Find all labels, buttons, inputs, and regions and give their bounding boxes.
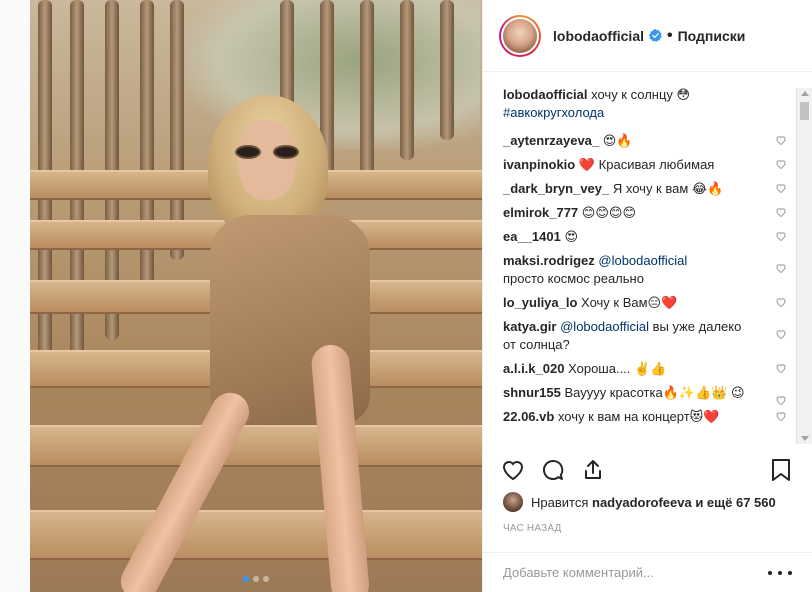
like-comment-heart-icon[interactable] [775,410,787,422]
comment-text: ❤️ Красивая любимая [578,157,715,172]
share-icon[interactable] [581,458,605,482]
person-figure [114,95,390,592]
comment-mention[interactable]: @lobodaofficial [598,253,687,268]
sunglasses [235,145,299,161]
comment-text: просто космос реально [503,271,644,286]
like-comment-heart-icon[interactable] [775,296,787,308]
comments-scrollbar[interactable] [796,88,812,444]
comment-input[interactable] [503,565,768,580]
caption-text: хочу к солнцу 😳 [591,87,691,102]
like-comment-heart-icon[interactable] [775,394,787,406]
comment-text: 😍🔥 [602,133,633,148]
like-comment-heart-icon[interactable] [775,206,787,218]
comment-item: shnur155 Вауууу красотка🔥✨👍👑 😉 [503,384,797,406]
comment-text: Вауууу красотка🔥✨👍👑 😉 [564,385,745,400]
story-ring[interactable] [499,14,541,57]
comment-username[interactable]: lo_yuliya_lo [503,295,577,310]
comments-list[interactable]: lobodaofficial хочу к солнцу 😳 #авкокруг… [483,86,797,446]
comment-text: 😍 [564,229,579,244]
comment-item: ea__1401 😍 [503,228,797,246]
post-header: lobodaofficial • Подписки [483,0,812,72]
comment-username[interactable]: a.l.i.k_020 [503,361,564,376]
comment-username[interactable]: _dark_bryn_vey_ [503,181,609,196]
comment-bubble-icon[interactable] [541,458,565,482]
railing-post [440,0,454,140]
like-comment-heart-icon[interactable] [775,328,787,340]
caption-hashtag[interactable]: #авкокругхолода [503,105,604,120]
comment-username[interactable]: katya.gir [503,319,556,334]
more-options-icon[interactable] [768,570,792,575]
liker-avatar[interactable] [503,492,523,512]
comment-text: хочу к вам на концерт😻❤️ [557,409,720,424]
scroll-up-arrow-icon[interactable] [801,91,809,96]
header-username[interactable]: lobodaofficial [553,28,644,44]
caption-username[interactable]: lobodaofficial [503,87,588,102]
comment-item: a.l.i.k_020 Хороша.... ✌️👍 [503,360,797,378]
comment-item: 22.06.vb хочу к вам на концерт😻❤️ [503,408,797,426]
likes-summary: Нравится nadyadorofeeva и ещё 67 560 [503,492,776,512]
comment-text: Хочу к Вам😑❤️ [581,295,678,310]
comment-item: elmirok_777 😊😊😊😊 [503,204,797,222]
post-photo[interactable] [30,0,482,592]
like-comment-heart-icon[interactable] [775,182,787,194]
like-comment-heart-icon[interactable] [775,134,787,146]
header-separator: • [667,26,673,44]
post-timestamp[interactable]: ЧАС НАЗАД [503,523,562,534]
comment-item: katya.gir @lobodaofficial вы уже далеко … [503,318,797,354]
comment-username[interactable]: _aytenrzayeva_ [503,133,599,148]
like-comment-heart-icon[interactable] [775,158,787,170]
railing-post [400,0,414,160]
comment-text: Хороша.... ✌️👍 [568,361,667,376]
comment-item: maksi.rodrigez @lobodaofficial просто ко… [503,252,797,288]
comment-username[interactable]: shnur155 [503,385,561,400]
comment-username[interactable]: maksi.rodrigez [503,253,595,268]
likes-count[interactable]: и ещё 67 560 [695,495,775,510]
liker-username[interactable]: nadyadorofeeva [592,495,692,510]
comment-item: _aytenrzayeva_ 😍🔥 [503,132,797,150]
scrollbar-thumb[interactable] [800,102,809,120]
railing-post [140,0,154,300]
comment-username[interactable]: ea__1401 [503,229,561,244]
carousel-indicator [243,576,269,582]
like-comment-heart-icon[interactable] [775,262,787,274]
comment-text: 😊😊😊😊 [581,205,637,220]
following-button[interactable]: Подписки [678,28,746,44]
comment-item: _dark_bryn_vey_ Я хочу к вам 😂🔥 [503,180,797,198]
post-actions [499,455,796,487]
like-comment-heart-icon[interactable] [775,362,787,374]
post-caption: lobodaofficial хочу к солнцу 😳 #авкокруг… [503,86,797,122]
add-comment-bar [483,552,812,592]
scroll-down-arrow-icon[interactable] [801,436,809,441]
carousel-dot [263,576,269,582]
comment-username[interactable]: ivanpinokio [503,157,575,172]
comment-username[interactable]: 22.06.vb [503,409,554,424]
comment-username[interactable]: elmirok_777 [503,205,578,220]
post-sidebar: lobodaofficial • Подписки lobodaofficial… [482,0,812,592]
comment-mention[interactable]: @lobodaofficial [560,319,649,334]
comment-item: ivanpinokio ❤️ Красивая любимая [503,156,797,174]
carousel-dot [253,576,259,582]
avatar[interactable] [501,16,539,55]
leg [114,386,256,592]
like-heart-icon[interactable] [501,458,525,482]
likes-prefix: Нравится [531,494,589,510]
comment-item: lo_yuliya_lo Хочу к Вам😑❤️ [503,294,797,312]
carousel-dot [243,576,249,582]
like-comment-heart-icon[interactable] [775,230,787,242]
bookmark-icon[interactable] [770,458,792,482]
verified-badge-icon [649,29,662,42]
comment-text: Я хочу к вам 😂🔥 [612,181,724,196]
left-margin [0,0,30,592]
